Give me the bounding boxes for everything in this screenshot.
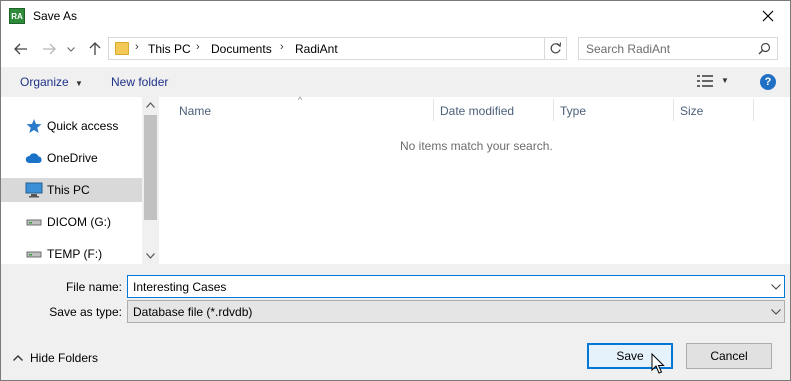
computer-icon [25,182,43,198]
column-date-modified[interactable]: Date modified [440,104,514,118]
chevron-down-icon [771,308,781,315]
title-bar: RA Save As [1,1,790,32]
close-icon [762,10,774,22]
refresh-icon [550,42,562,54]
close-button[interactable] [746,1,790,31]
column-name[interactable]: Name [179,104,211,118]
column-divider[interactable] [433,99,434,121]
filename-field[interactable] [127,275,785,298]
nav-label: TEMP (F:) [47,247,103,261]
caret-down-icon: ▼ [721,76,729,85]
cancel-button[interactable]: Cancel [686,343,772,369]
file-list-header: Name Date modified Type Size [161,97,790,123]
chevron-right-icon: › [135,41,139,53]
nav-item-dicom-drive[interactable]: DICOM (G:) [1,210,142,234]
filename-history-dropdown[interactable] [767,276,785,297]
save-as-dialog: RA Save As › This PC › Documents › RadiA… [0,0,791,381]
forward-button[interactable] [39,39,59,59]
command-bar: Organize ▼ New folder ▼ ? [1,67,790,97]
window-title: Save As [33,9,78,23]
arrow-right-icon [43,43,56,55]
drive-icon [26,251,42,258]
details-view-icon [697,75,713,87]
hide-folders-toggle[interactable]: Hide Folders [13,351,98,365]
breadcrumb-documents[interactable]: Documents [211,42,272,56]
organize-label: Organize [20,75,69,89]
search-input[interactable]: Search RadiAnt [586,42,670,56]
filename-label: File name: [65,280,122,294]
organize-menu[interactable]: Organize ▼ [20,75,83,89]
app-logo-icon: RA [9,8,25,24]
nav-item-quick-access[interactable]: Quick access [1,114,142,138]
save-as-type-select[interactable]: Database file (*.rdvdb) [127,300,785,323]
search-box[interactable]: Search RadiAnt [578,37,778,60]
arrow-left-icon [14,43,27,55]
column-divider[interactable] [673,99,674,121]
breadcrumb-radiant[interactable]: RadiAnt [295,42,338,56]
chevron-right-icon: › [196,41,200,53]
nav-item-temp-drive[interactable]: TEMP (F:) [1,242,142,266]
nav-label: Quick access [47,119,119,133]
nav-scrollbar[interactable] [142,97,159,264]
folder-icon [115,42,129,55]
column-divider[interactable] [553,99,554,121]
empty-list-message: No items match your search. [400,139,553,153]
save-as-type-value: Database file (*.rdvdb) [133,305,253,319]
column-size[interactable]: Size [680,104,703,118]
cloud-icon [25,153,42,163]
scroll-up-icon[interactable] [146,102,155,108]
arrow-up-icon [89,42,101,55]
nav-label: OneDrive [47,151,98,165]
drive-icon [26,219,42,226]
breadcrumb-this-pc[interactable]: This PC [148,42,191,56]
nav-label: This PC [47,183,90,197]
save-as-type-dropdown[interactable] [767,301,785,322]
help-icon[interactable]: ? [760,74,776,90]
nav-label: DICOM (G:) [47,215,111,229]
chevron-up-icon [13,355,23,361]
chevron-right-icon: › [280,41,284,53]
star-icon [26,119,42,133]
caret-down-icon: ▼ [75,79,83,88]
scrollbar-thumb[interactable] [144,115,157,220]
chevron-down-icon [771,283,781,290]
chevron-down-icon [67,46,75,52]
nav-item-onedrive[interactable]: OneDrive [1,146,142,170]
navigation-pane[interactable]: Quick access OneDrive This PC DICOM (G:)… [1,97,159,264]
column-type[interactable]: Type [560,104,586,118]
new-folder-button[interactable]: New folder [111,75,168,89]
search-icon [758,42,771,55]
address-bar[interactable]: › This PC › Documents › RadiAnt [108,37,646,60]
refresh-button[interactable] [544,37,566,60]
column-divider[interactable] [753,99,754,121]
sort-ascending-icon: ^ [298,95,303,105]
savetype-label: Save as type: [49,305,122,319]
back-button[interactable] [11,39,31,59]
nav-item-this-pc[interactable]: This PC [1,178,142,202]
recent-locations-button[interactable] [64,39,78,59]
change-view-button[interactable]: ▼ [697,75,729,90]
scroll-down-icon[interactable] [146,253,155,259]
up-button[interactable] [85,39,105,59]
mouse-pointer-icon [651,353,665,374]
hide-folders-label: Hide Folders [30,351,99,365]
